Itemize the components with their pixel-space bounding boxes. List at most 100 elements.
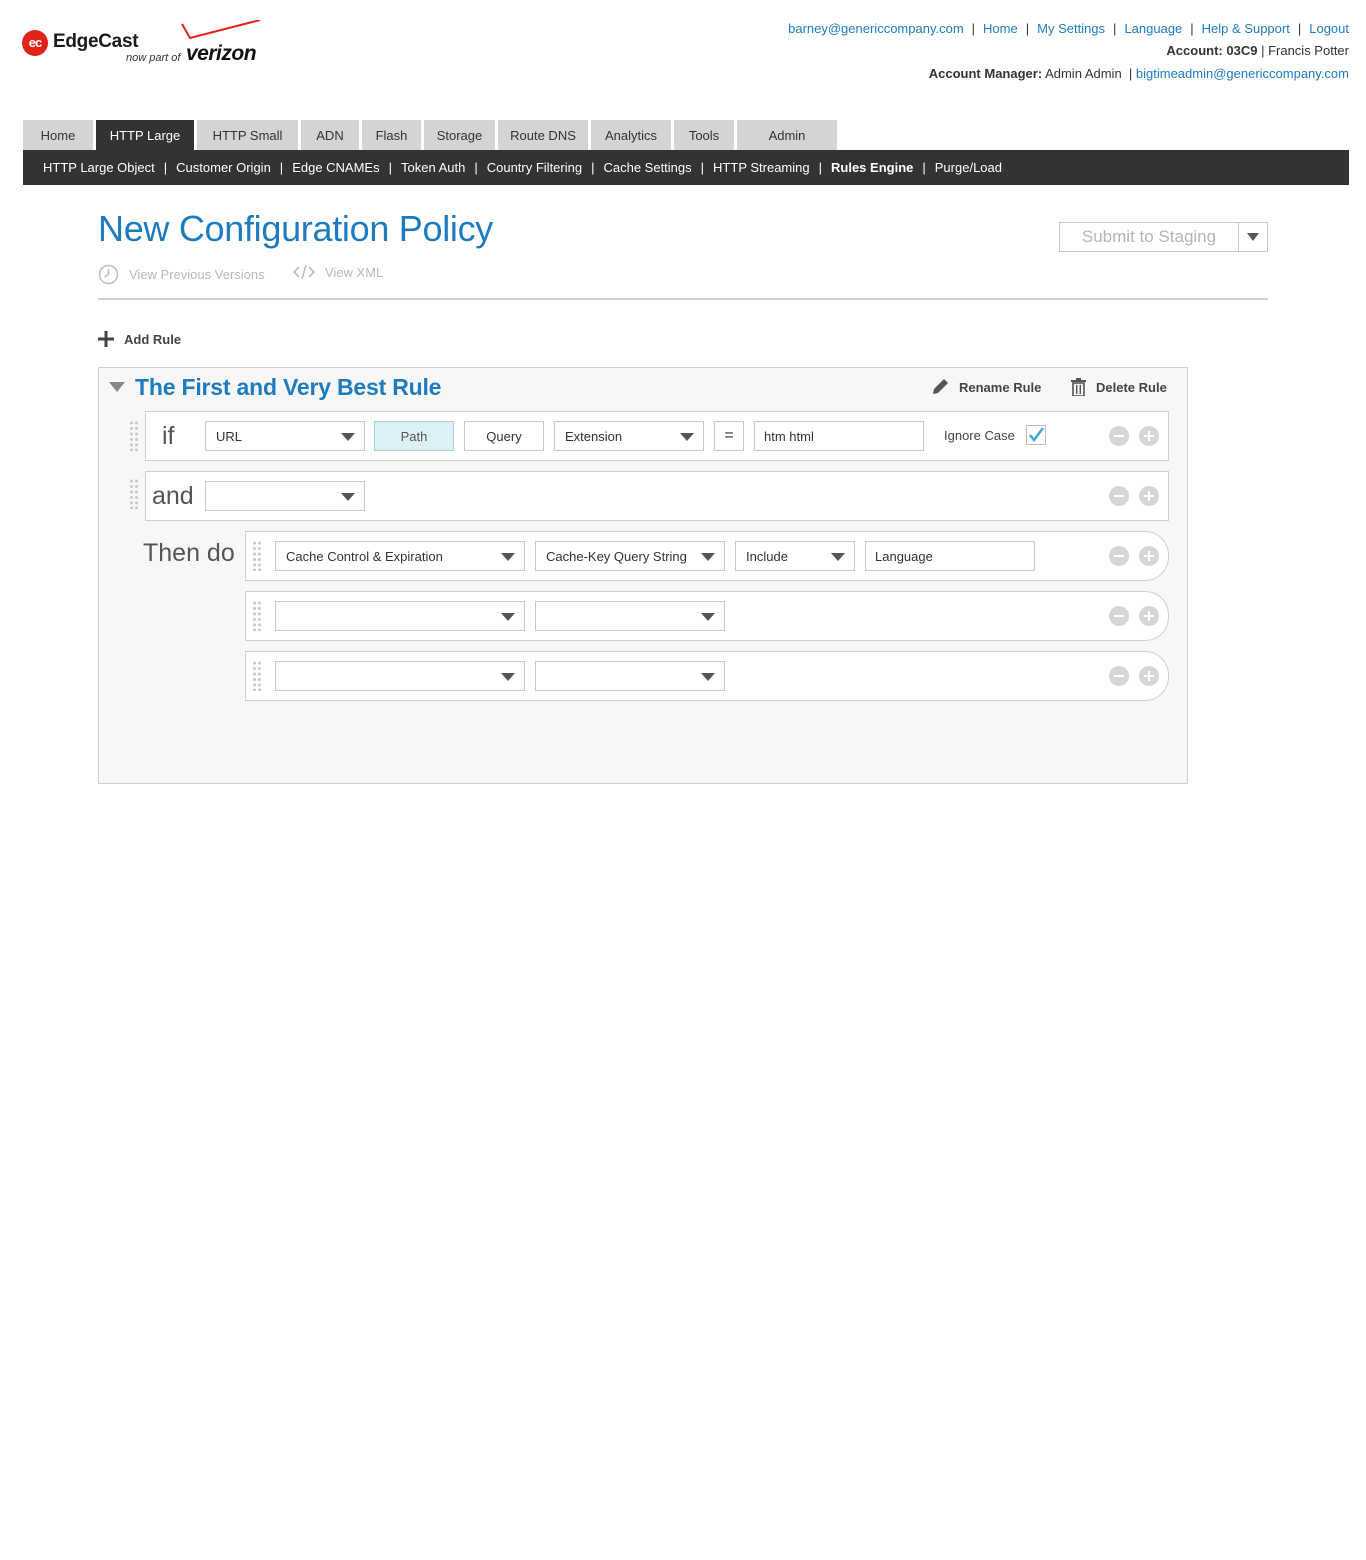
help-support-link[interactable]: Help & Support: [1202, 21, 1290, 36]
add-rule-button[interactable]: Add Rule: [98, 331, 181, 347]
drag-handle-icon[interactable]: [129, 479, 139, 509]
tab-http-large[interactable]: HTTP Large: [96, 120, 194, 150]
action-category-value: Cache Control & Expiration: [286, 548, 443, 564]
view-previous-versions-link[interactable]: View Previous Versions: [98, 264, 265, 285]
remove-action-button[interactable]: [1109, 666, 1129, 686]
match-type-value: URL: [216, 428, 243, 444]
add-action-button[interactable]: [1139, 606, 1159, 626]
drag-handle-icon[interactable]: [129, 421, 139, 451]
rule-panel: The First and Very Best Rule Rename Rule…: [98, 367, 1188, 784]
collapse-caret-icon[interactable]: [109, 382, 125, 392]
remove-condition-button[interactable]: [1109, 426, 1129, 446]
match-value-input[interactable]: htm html: [754, 421, 924, 451]
language-link[interactable]: Language: [1124, 21, 1182, 36]
subnav-rules-engine[interactable]: Rules Engine: [831, 160, 913, 175]
chevron-down-icon: [501, 673, 515, 681]
add-condition-button[interactable]: [1139, 486, 1159, 506]
account-info: Account: 03C9 | Francis Potter: [1166, 43, 1349, 58]
view-previous-versions-label: View Previous Versions: [129, 267, 265, 282]
action-row: Cache Control & Expiration Cache-Key Que…: [245, 531, 1169, 581]
action-category-select[interactable]: Cache Control & Expiration: [275, 541, 525, 571]
drag-handle-icon[interactable]: [252, 601, 262, 631]
action-mode-value: Include: [746, 548, 788, 564]
subnav-http-streaming[interactable]: HTTP Streaming: [713, 160, 810, 175]
chevron-down-icon: [341, 433, 355, 441]
submit-options-dropdown[interactable]: [1238, 222, 1268, 252]
logo-tagline: now part of: [126, 52, 181, 64]
page-title: New Configuration Policy: [98, 208, 493, 249]
remove-action-button[interactable]: [1109, 546, 1129, 566]
logout-link[interactable]: Logout: [1309, 21, 1349, 36]
subnav-country-filtering[interactable]: Country Filtering: [487, 160, 582, 175]
subnav-purge-load[interactable]: Purge/Load: [935, 160, 1002, 175]
action-category-select[interactable]: [275, 661, 525, 691]
add-action-button[interactable]: [1139, 666, 1159, 686]
remove-condition-button[interactable]: [1109, 486, 1129, 506]
home-link[interactable]: Home: [983, 21, 1018, 36]
ignore-case-label: Ignore Case: [944, 428, 1015, 443]
add-condition-button[interactable]: [1139, 426, 1159, 446]
tab-admin[interactable]: Admin: [737, 120, 837, 150]
tab-adn[interactable]: ADN: [301, 120, 359, 150]
view-xml-link[interactable]: View XML: [293, 264, 383, 280]
chevron-down-icon: [1247, 233, 1259, 241]
remove-action-button[interactable]: [1109, 606, 1129, 626]
chevron-down-icon: [701, 673, 715, 681]
url-component-value: Extension: [565, 428, 623, 444]
chevron-down-icon: [341, 493, 355, 501]
action-mode-select[interactable]: Include: [735, 541, 855, 571]
chevron-down-icon: [701, 553, 715, 561]
rename-rule-button[interactable]: Rename Rule: [931, 378, 1041, 396]
plus-icon: [98, 331, 114, 347]
account-label: Account:: [1166, 43, 1223, 58]
query-toggle-button[interactable]: Query: [464, 421, 544, 451]
tab-route-dns[interactable]: Route DNS: [498, 120, 588, 150]
tab-http-small[interactable]: HTTP Small: [197, 120, 298, 150]
tab-tools[interactable]: Tools: [674, 120, 734, 150]
action-row: [245, 651, 1169, 701]
tab-flash[interactable]: Flash: [362, 120, 421, 150]
action-feature-value: Cache-Key Query String: [546, 548, 687, 564]
operator-select[interactable]: =: [714, 421, 744, 451]
tab-home[interactable]: Home: [23, 120, 93, 150]
subnav-edge-cnames[interactable]: Edge CNAMEs: [292, 160, 379, 175]
subnav-cache-settings[interactable]: Cache Settings: [603, 160, 691, 175]
edgecast-logo[interactable]: ec EdgeCast now part of verizon: [22, 20, 267, 70]
tab-storage[interactable]: Storage: [424, 120, 495, 150]
chevron-down-icon: [501, 613, 515, 621]
if-keyword: if: [162, 422, 175, 450]
manager-email-link[interactable]: bigtimeadmin@genericcompany.com: [1136, 66, 1349, 81]
tab-analytics[interactable]: Analytics: [591, 120, 671, 150]
action-category-select[interactable]: [275, 601, 525, 631]
my-settings-link[interactable]: My Settings: [1037, 21, 1105, 36]
match-type-select[interactable]: URL: [205, 421, 365, 451]
drag-handle-icon[interactable]: [252, 541, 262, 571]
chevron-down-icon: [680, 433, 694, 441]
url-component-select[interactable]: Extension: [554, 421, 704, 451]
account-id: 03C9: [1226, 43, 1258, 58]
logo-parent-brand: verizon: [186, 42, 257, 65]
drag-handle-icon[interactable]: [252, 661, 262, 691]
account-user: Francis Potter: [1268, 43, 1349, 58]
user-email-link[interactable]: barney@genericcompany.com: [788, 21, 964, 36]
subnav-http-large-object[interactable]: HTTP Large Object: [43, 160, 155, 175]
and-match-type-select[interactable]: [205, 481, 365, 511]
manager-name: Admin Admin: [1045, 66, 1122, 81]
code-icon: [293, 264, 315, 280]
and-condition-row: and: [145, 471, 1169, 521]
action-feature-select[interactable]: Cache-Key Query String: [535, 541, 725, 571]
view-xml-label: View XML: [325, 264, 384, 280]
add-action-button[interactable]: [1139, 546, 1159, 566]
delete-rule-button[interactable]: Delete Rule: [1071, 378, 1167, 396]
subnav-customer-origin[interactable]: Customer Origin: [176, 160, 271, 175]
submit-to-staging-button[interactable]: Submit to Staging: [1059, 222, 1239, 252]
ignore-case-checkbox[interactable]: [1026, 425, 1046, 445]
path-toggle-button[interactable]: Path: [374, 421, 454, 451]
subnav-token-auth[interactable]: Token Auth: [401, 160, 465, 175]
action-feature-select[interactable]: [535, 601, 725, 631]
logo-mark: ec: [22, 30, 48, 56]
action-feature-select[interactable]: [535, 661, 725, 691]
action-value-input[interactable]: Language: [865, 541, 1035, 571]
rule-title: The First and Very Best Rule: [135, 374, 442, 400]
chevron-down-icon: [701, 613, 715, 621]
